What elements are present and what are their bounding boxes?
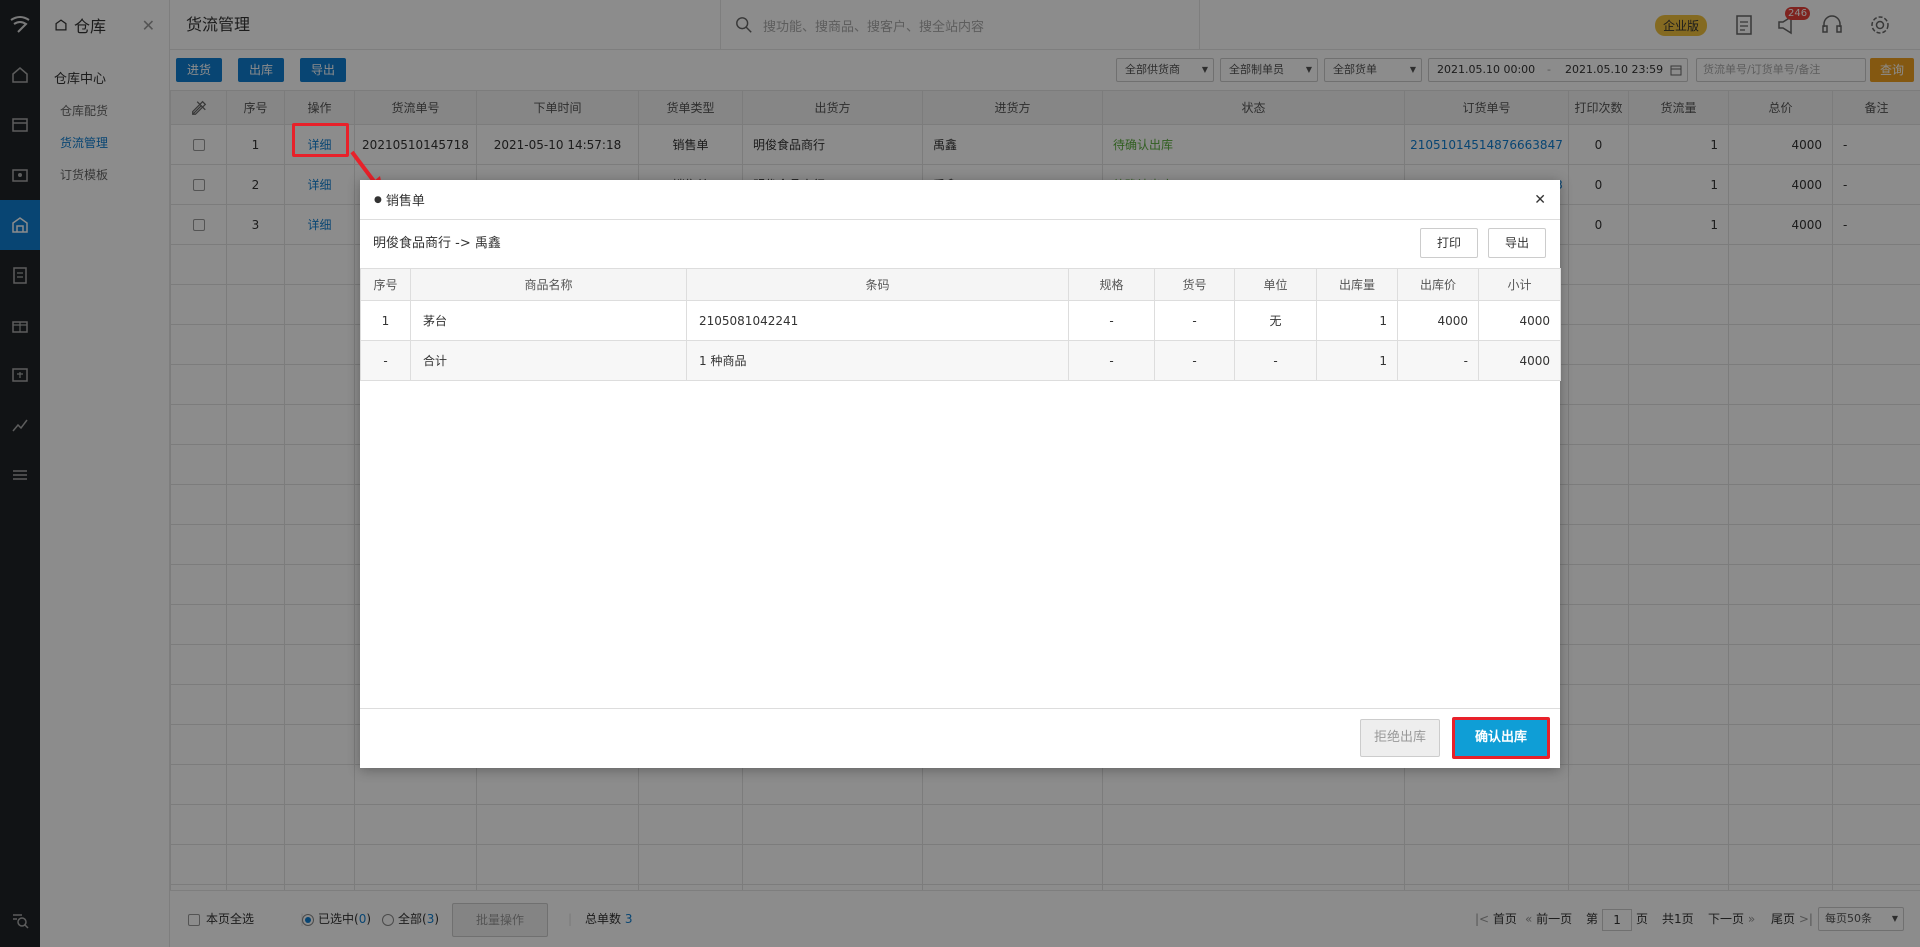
item-price: 4000 bbox=[1397, 300, 1479, 341]
item-number: 1 bbox=[360, 300, 411, 341]
shipping-route: 明俊食品商行 -> 禹鑫 bbox=[373, 236, 501, 251]
modal-footer: 拒绝出库 确认出库 bbox=[360, 708, 1560, 768]
bullet-icon: ● bbox=[374, 194, 382, 205]
detail-link-highlight bbox=[292, 123, 349, 157]
column-header: 序号 bbox=[360, 268, 411, 301]
column-header: 商品名称 bbox=[410, 268, 687, 301]
modal-table-header: 序号 商品名称 条码 规格 货号 单位 出库量 出库价 小计 bbox=[360, 268, 1561, 301]
column-header: 出库价 bbox=[1397, 268, 1479, 301]
column-header: 条码 bbox=[686, 268, 1069, 301]
confirm-outbound-button[interactable]: 确认出库 bbox=[1452, 717, 1550, 759]
modal-title: 销售单 bbox=[385, 194, 425, 209]
total-number: - bbox=[360, 340, 411, 381]
total-price: - bbox=[1397, 340, 1479, 381]
item-unit: 无 bbox=[1234, 300, 1317, 341]
modal-header: ● 销售单 ✕ bbox=[360, 180, 1560, 220]
item-name: 茅台 bbox=[410, 300, 687, 341]
total-row: - 合计 1 种商品 - - - 1 - 4000 bbox=[360, 340, 1561, 381]
item-code: - bbox=[1154, 300, 1235, 341]
total-code: - bbox=[1154, 340, 1235, 381]
app-window: { "sidebar": { "module_title": "仓库", "gr… bbox=[0, 0, 1920, 947]
column-header: 出库量 bbox=[1316, 268, 1398, 301]
close-icon[interactable]: ✕ bbox=[1534, 192, 1546, 208]
column-header: 规格 bbox=[1068, 268, 1155, 301]
total-qty: 1 bbox=[1316, 340, 1398, 381]
item-spec: - bbox=[1068, 300, 1155, 341]
total-label: 合计 bbox=[410, 340, 687, 381]
column-header: 小计 bbox=[1478, 268, 1561, 301]
column-header: 单位 bbox=[1234, 268, 1317, 301]
reject-outbound-button[interactable]: 拒绝出库 bbox=[1360, 719, 1440, 757]
total-spec: - bbox=[1068, 340, 1155, 381]
item-barcode: 2105081042241 bbox=[686, 300, 1069, 341]
item-row: 1 茅台 2105081042241 - - 无 1 4000 4000 bbox=[360, 300, 1561, 341]
sales-order-modal: ● 销售单 ✕ 明俊食品商行 -> 禹鑫 打印 导出 序号 商品名称 条码 规格… bbox=[360, 180, 1561, 768]
total-product-count: 1 种商品 bbox=[686, 340, 1069, 381]
print-button[interactable]: 打印 bbox=[1420, 228, 1478, 258]
item-subtotal: 4000 bbox=[1478, 300, 1561, 341]
modal-item-table: 序号 商品名称 条码 规格 货号 单位 出库量 出库价 小计 1 茅台 2105… bbox=[360, 268, 1561, 381]
total-subtotal: 4000 bbox=[1478, 340, 1561, 381]
column-header: 货号 bbox=[1154, 268, 1235, 301]
item-qty: 1 bbox=[1316, 300, 1398, 341]
modal-export-button[interactable]: 导出 bbox=[1488, 228, 1546, 258]
total-unit: - bbox=[1234, 340, 1317, 381]
